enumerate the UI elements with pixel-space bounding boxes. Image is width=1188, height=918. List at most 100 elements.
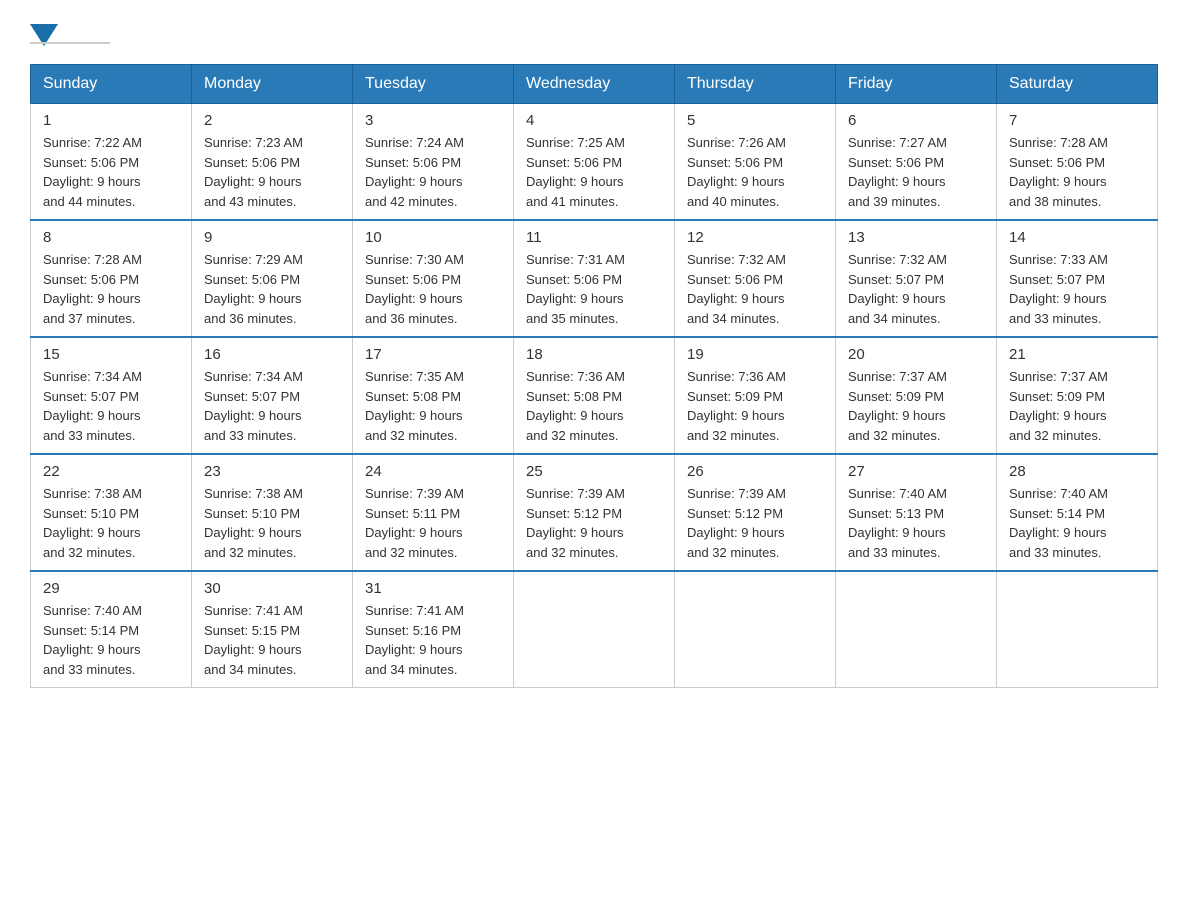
day-number: 26 <box>687 463 823 480</box>
day-number: 12 <box>687 229 823 246</box>
calendar-cell: 16 Sunrise: 7:34 AMSunset: 5:07 PMDayligh… <box>192 337 353 454</box>
day-number: 7 <box>1009 112 1145 129</box>
day-number: 8 <box>43 229 179 246</box>
day-info: Sunrise: 7:28 AMSunset: 5:06 PMDaylight:… <box>1009 133 1145 211</box>
weekday-header-wednesday: Wednesday <box>514 65 675 104</box>
calendar-cell: 1 Sunrise: 7:22 AMSunset: 5:06 PMDaylight… <box>31 104 192 221</box>
weekday-header-thursday: Thursday <box>675 65 836 104</box>
day-info: Sunrise: 7:26 AMSunset: 5:06 PMDaylight:… <box>687 133 823 211</box>
calendar-cell: 28Sunrise: 7:40 AMSunset: 5:14 PMDayligh… <box>997 454 1158 571</box>
calendar-body: 1 Sunrise: 7:22 AMSunset: 5:06 PMDaylight… <box>31 104 1158 688</box>
calendar-cell: 10 Sunrise: 7:30 AMSunset: 5:06 PMDayligh… <box>353 220 514 337</box>
calendar-cell: 23Sunrise: 7:38 AMSunset: 5:10 PMDayligh… <box>192 454 353 571</box>
calendar-cell: 9 Sunrise: 7:29 AMSunset: 5:06 PMDaylight… <box>192 220 353 337</box>
weekday-header-tuesday: Tuesday <box>353 65 514 104</box>
day-info: Sunrise: 7:39 AMSunset: 5:11 PMDaylight:… <box>365 484 501 562</box>
day-number: 21 <box>1009 346 1145 363</box>
day-number: 27 <box>848 463 984 480</box>
day-info: Sunrise: 7:37 AMSunset: 5:09 PMDaylight:… <box>848 367 984 445</box>
calendar-cell: 15Sunrise: 7:34 AMSunset: 5:07 PMDayligh… <box>31 337 192 454</box>
day-number: 29 <box>43 580 179 597</box>
page-header <box>30 20 1158 44</box>
day-info: Sunrise: 7:31 AMSunset: 5:06 PMDaylight:… <box>526 250 662 328</box>
calendar-cell: 5 Sunrise: 7:26 AMSunset: 5:06 PMDaylight… <box>675 104 836 221</box>
day-info: Sunrise: 7:36 AMSunset: 5:09 PMDaylight:… <box>687 367 823 445</box>
calendar-cell: 11 Sunrise: 7:31 AMSunset: 5:06 PMDayligh… <box>514 220 675 337</box>
calendar-cell <box>836 571 997 688</box>
day-info: Sunrise: 7:27 AMSunset: 5:06 PMDaylight:… <box>848 133 984 211</box>
day-info: Sunrise: 7:33 AMSunset: 5:07 PMDaylight:… <box>1009 250 1145 328</box>
day-info: Sunrise: 7:39 AMSunset: 5:12 PMDaylight:… <box>526 484 662 562</box>
day-number: 17 <box>365 346 501 363</box>
calendar-cell: 26 Sunrise: 7:39 AMSunset: 5:12 PMDayligh… <box>675 454 836 571</box>
calendar-cell: 6 Sunrise: 7:27 AMSunset: 5:06 PMDaylight… <box>836 104 997 221</box>
day-info: Sunrise: 7:36 AMSunset: 5:08 PMDaylight:… <box>526 367 662 445</box>
day-info: Sunrise: 7:40 AMSunset: 5:13 PMDaylight:… <box>848 484 984 562</box>
calendar-cell: 4 Sunrise: 7:25 AMSunset: 5:06 PMDaylight… <box>514 104 675 221</box>
weekday-header-monday: Monday <box>192 65 353 104</box>
day-number: 30 <box>204 580 340 597</box>
day-number: 10 <box>365 229 501 246</box>
day-info: Sunrise: 7:23 AMSunset: 5:06 PMDaylight:… <box>204 133 340 211</box>
day-info: Sunrise: 7:30 AMSunset: 5:06 PMDaylight:… <box>365 250 501 328</box>
day-number: 13 <box>848 229 984 246</box>
calendar-cell: 7 Sunrise: 7:28 AMSunset: 5:06 PMDaylight… <box>997 104 1158 221</box>
day-info: Sunrise: 7:35 AMSunset: 5:08 PMDaylight:… <box>365 367 501 445</box>
day-number: 15 <box>43 346 179 363</box>
calendar-table: SundayMondayTuesdayWednesdayThursdayFrid… <box>30 64 1158 688</box>
calendar-week-row: 1 Sunrise: 7:22 AMSunset: 5:06 PMDaylight… <box>31 104 1158 221</box>
day-number: 20 <box>848 346 984 363</box>
calendar-cell: 30 Sunrise: 7:41 AMSunset: 5:15 PMDayligh… <box>192 571 353 688</box>
calendar-cell: 12 Sunrise: 7:32 AMSunset: 5:06 PMDayligh… <box>675 220 836 337</box>
calendar-cell: 3 Sunrise: 7:24 AMSunset: 5:06 PMDaylight… <box>353 104 514 221</box>
day-info: Sunrise: 7:24 AMSunset: 5:06 PMDaylight:… <box>365 133 501 211</box>
calendar-cell: 13 Sunrise: 7:32 AMSunset: 5:07 PMDayligh… <box>836 220 997 337</box>
weekday-header-saturday: Saturday <box>997 65 1158 104</box>
day-info: Sunrise: 7:39 AMSunset: 5:12 PMDaylight:… <box>687 484 823 562</box>
day-info: Sunrise: 7:22 AMSunset: 5:06 PMDaylight:… <box>43 133 179 211</box>
calendar-week-row: 22Sunrise: 7:38 AMSunset: 5:10 PMDayligh… <box>31 454 1158 571</box>
day-number: 3 <box>365 112 501 129</box>
day-info: Sunrise: 7:28 AMSunset: 5:06 PMDaylight:… <box>43 250 179 328</box>
calendar-cell: 25Sunrise: 7:39 AMSunset: 5:12 PMDayligh… <box>514 454 675 571</box>
day-number: 24 <box>365 463 501 480</box>
day-number: 9 <box>204 229 340 246</box>
calendar-cell: 14 Sunrise: 7:33 AMSunset: 5:07 PMDayligh… <box>997 220 1158 337</box>
day-number: 18 <box>526 346 662 363</box>
calendar-week-row: 8 Sunrise: 7:28 AMSunset: 5:06 PMDaylight… <box>31 220 1158 337</box>
day-number: 16 <box>204 346 340 363</box>
day-number: 11 <box>526 229 662 246</box>
day-info: Sunrise: 7:40 AMSunset: 5:14 PMDaylight:… <box>1009 484 1145 562</box>
day-number: 23 <box>204 463 340 480</box>
calendar-cell: 2 Sunrise: 7:23 AMSunset: 5:06 PMDaylight… <box>192 104 353 221</box>
weekday-header-friday: Friday <box>836 65 997 104</box>
day-number: 6 <box>848 112 984 129</box>
calendar-cell <box>675 571 836 688</box>
day-number: 14 <box>1009 229 1145 246</box>
day-number: 1 <box>43 112 179 129</box>
calendar-cell: 27 Sunrise: 7:40 AMSunset: 5:13 PMDayligh… <box>836 454 997 571</box>
day-info: Sunrise: 7:29 AMSunset: 5:06 PMDaylight:… <box>204 250 340 328</box>
calendar-header: SundayMondayTuesdayWednesdayThursdayFrid… <box>31 65 1158 104</box>
calendar-cell: 18 Sunrise: 7:36 AMSunset: 5:08 PMDayligh… <box>514 337 675 454</box>
day-number: 31 <box>365 580 501 597</box>
day-info: Sunrise: 7:32 AMSunset: 5:06 PMDaylight:… <box>687 250 823 328</box>
logo <box>30 20 114 44</box>
day-number: 5 <box>687 112 823 129</box>
day-info: Sunrise: 7:37 AMSunset: 5:09 PMDaylight:… <box>1009 367 1145 445</box>
day-info: Sunrise: 7:40 AMSunset: 5:14 PMDaylight:… <box>43 601 179 679</box>
weekday-header-row: SundayMondayTuesdayWednesdayThursdayFrid… <box>31 65 1158 104</box>
day-info: Sunrise: 7:25 AMSunset: 5:06 PMDaylight:… <box>526 133 662 211</box>
calendar-cell: 22Sunrise: 7:38 AMSunset: 5:10 PMDayligh… <box>31 454 192 571</box>
day-number: 2 <box>204 112 340 129</box>
calendar-cell: 20 Sunrise: 7:37 AMSunset: 5:09 PMDayligh… <box>836 337 997 454</box>
day-info: Sunrise: 7:32 AMSunset: 5:07 PMDaylight:… <box>848 250 984 328</box>
day-info: Sunrise: 7:34 AMSunset: 5:07 PMDaylight:… <box>204 367 340 445</box>
calendar-cell: 29 Sunrise: 7:40 AMSunset: 5:14 PMDayligh… <box>31 571 192 688</box>
day-number: 19 <box>687 346 823 363</box>
calendar-cell: 8 Sunrise: 7:28 AMSunset: 5:06 PMDaylight… <box>31 220 192 337</box>
day-number: 4 <box>526 112 662 129</box>
day-info: Sunrise: 7:41 AMSunset: 5:15 PMDaylight:… <box>204 601 340 679</box>
calendar-cell: 19 Sunrise: 7:36 AMSunset: 5:09 PMDayligh… <box>675 337 836 454</box>
weekday-header-sunday: Sunday <box>31 65 192 104</box>
